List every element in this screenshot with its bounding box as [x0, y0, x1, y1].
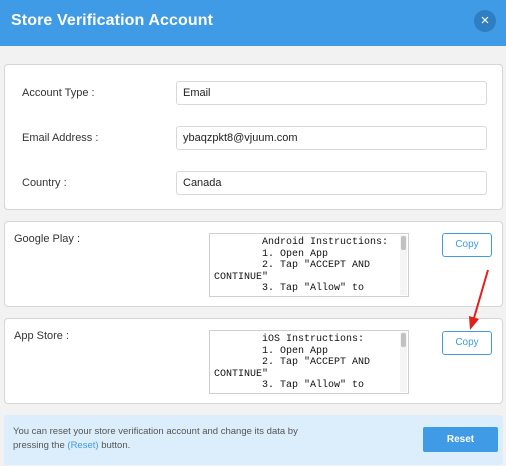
- country-label: Country :: [22, 177, 67, 189]
- account-type-field[interactable]: Email: [176, 81, 487, 105]
- reset-link-text: (Reset): [67, 440, 99, 451]
- google-play-label: Google Play :: [14, 233, 81, 245]
- scrollbar-thumb[interactable]: [401, 333, 406, 347]
- android-instructions-text: Android Instructions: 1. Open App 2. Tap…: [214, 237, 389, 294]
- app-store-panel: App Store : iOS Instructions: 1. Open Ap…: [4, 318, 503, 404]
- reset-info-text-2: button.: [98, 440, 131, 451]
- reset-button[interactable]: Reset: [423, 427, 498, 452]
- app-store-copy-button[interactable]: Copy: [442, 331, 492, 355]
- close-icon[interactable]: ×: [474, 10, 496, 32]
- google-play-panel: Google Play : Android Instructions: 1. O…: [4, 221, 503, 307]
- email-address-field[interactable]: ybaqzpkt8@vjuum.com: [176, 126, 487, 150]
- account-info-panel: Account Type : Email Email Address : yba…: [4, 64, 503, 210]
- scrollbar-thumb[interactable]: [401, 236, 406, 250]
- android-instructions-scrollbar[interactable]: [400, 235, 407, 295]
- dialog-header: Store Verification Account ×: [0, 0, 506, 46]
- android-instructions-box[interactable]: Android Instructions: 1. Open App 2. Tap…: [209, 233, 409, 297]
- reset-info-message: You can reset your store verification ac…: [13, 425, 313, 453]
- email-address-label: Email Address :: [22, 132, 99, 144]
- dialog-title: Store Verification Account: [11, 12, 214, 29]
- app-store-label: App Store :: [14, 330, 70, 342]
- ios-instructions-box[interactable]: iOS Instructions: 1. Open App 2. Tap "AC…: [209, 330, 409, 394]
- google-play-copy-button[interactable]: Copy: [442, 233, 492, 257]
- account-type-label: Account Type :: [22, 87, 95, 99]
- country-field[interactable]: Canada: [176, 171, 487, 195]
- reset-info-text-1: You can reset your store verification ac…: [13, 426, 298, 451]
- reset-info-bar: You can reset your store verification ac…: [4, 415, 503, 465]
- ios-instructions-scrollbar[interactable]: [400, 332, 407, 392]
- ios-instructions-text: iOS Instructions: 1. Open App 2. Tap "AC…: [214, 334, 371, 391]
- store-verification-dialog: Store Verification Account × Account Typ…: [0, 0, 506, 466]
